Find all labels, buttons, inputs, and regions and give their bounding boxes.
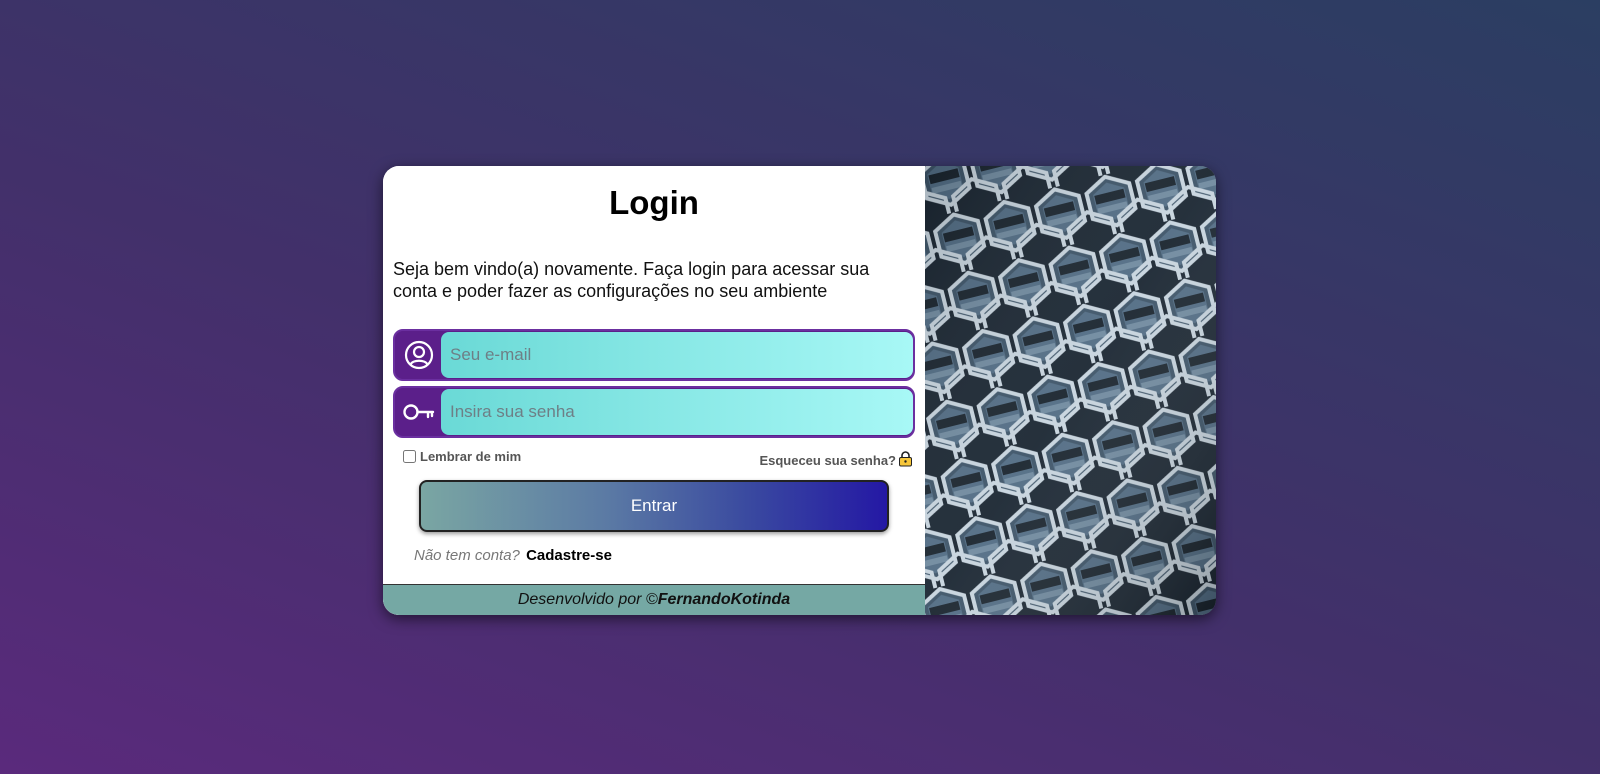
- no-account-text: Não tem conta?: [414, 547, 520, 564]
- email-input[interactable]: [441, 332, 913, 378]
- forgot-password-label: Esqueceu sua senha?: [759, 453, 896, 468]
- user-circle-icon: [399, 335, 439, 375]
- welcome-text: Seja bem vindo(a) novamente. Faça login …: [393, 259, 870, 301]
- password-input[interactable]: [441, 389, 913, 435]
- signup-prompt: Não tem conta? Cadastre-se: [414, 547, 612, 564]
- footer: Desenvolvido por ©FernandoKotinda: [383, 584, 925, 615]
- footer-author: FernandoKotinda: [657, 591, 791, 608]
- footer-credit-prefix: Desenvolvido por ©: [517, 591, 658, 608]
- login-card: Login Seja bem vindo(a) novamente. Faça …: [383, 166, 1216, 615]
- lock-icon: [898, 451, 913, 470]
- building-hexagon-image: [925, 166, 1216, 615]
- remember-me-label: Lembrar de mim: [420, 449, 522, 464]
- email-field-group: [393, 329, 915, 381]
- remember-me[interactable]: Lembrar de mim: [403, 449, 521, 464]
- login-submit-button[interactable]: Entrar: [419, 480, 889, 532]
- password-field-group: [393, 386, 915, 438]
- remember-me-checkbox[interactable]: [403, 450, 416, 463]
- page-title: Login: [609, 184, 699, 221]
- forgot-password-link[interactable]: Esqueceu sua senha?: [759, 451, 913, 470]
- key-icon: [399, 392, 439, 432]
- login-panel: Login Seja bem vindo(a) novamente. Faça …: [383, 166, 925, 615]
- signup-link[interactable]: Cadastre-se: [526, 547, 612, 564]
